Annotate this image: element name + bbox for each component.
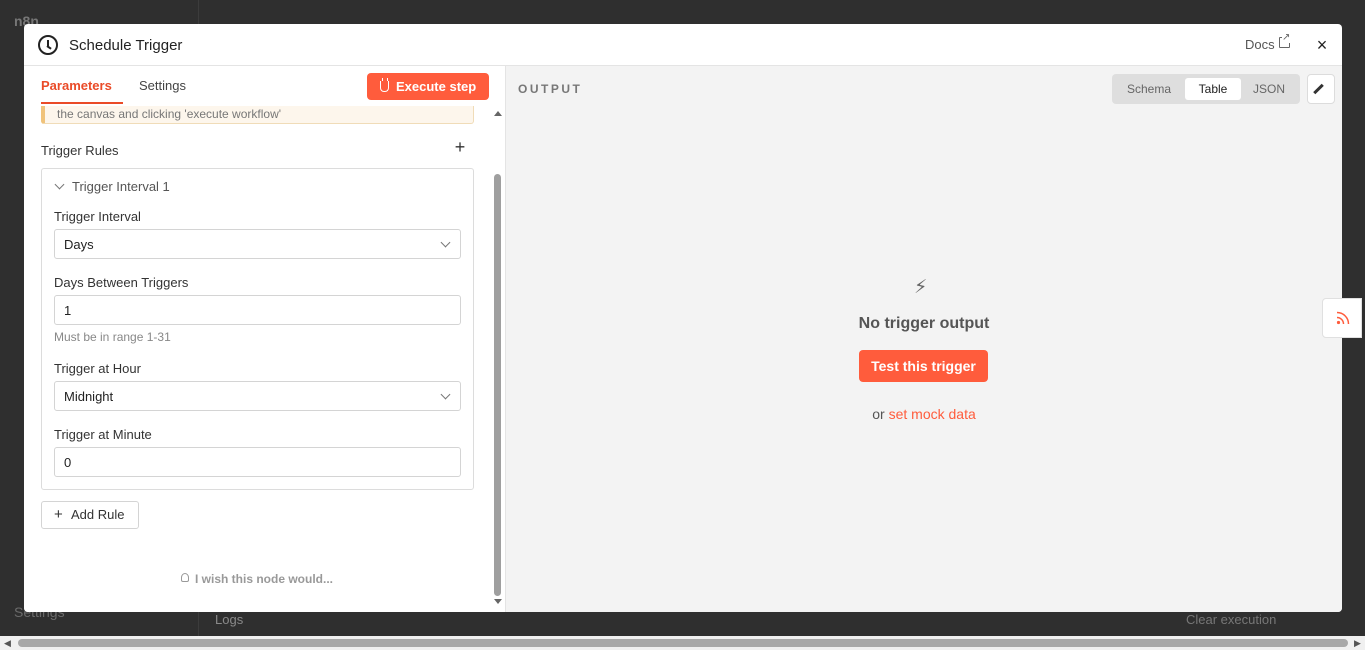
trigger-rule-card: Trigger Interval 1 Trigger Interval Days… (41, 168, 474, 490)
trigger-interval-label: Trigger Interval (54, 209, 141, 224)
view-schema[interactable]: Schema (1116, 78, 1182, 100)
trigger-rules-label: Trigger Rules (41, 143, 119, 158)
close-icon[interactable]: × (1312, 34, 1332, 56)
trigger-hour-value: Midnight (64, 389, 114, 404)
rule-header-label: Trigger Interval 1 (72, 179, 170, 194)
pencil-icon (1313, 83, 1324, 95)
trigger-hour-select[interactable]: Midnight (54, 381, 461, 411)
days-between-input[interactable]: 1 (54, 295, 461, 325)
bulb-icon (181, 573, 189, 582)
node-details-modal: Schedule Trigger Docs × Parameters Setti… (24, 24, 1342, 612)
horizontal-scrollbar[interactable]: ◀ ▶ (0, 636, 1365, 650)
add-rule-label: Add Rule (71, 507, 125, 522)
external-link-icon[interactable] (1279, 32, 1291, 48)
add-rule-button[interactable]: + Add Rule (41, 501, 139, 529)
execute-step-label: Execute step (396, 79, 477, 94)
flask-icon (380, 78, 389, 92)
execute-step-button[interactable]: Execute step (367, 73, 489, 100)
add-trigger-rule-icon[interactable]: + (452, 137, 468, 157)
clear-execution: Clear execution (1186, 612, 1277, 627)
rss-icon (1336, 311, 1350, 325)
clock-icon (38, 35, 58, 55)
edit-output-button[interactable] (1307, 74, 1335, 104)
bolt-icon: ⚡ (914, 277, 928, 298)
info-notice: the canvas and clicking 'execute workflo… (41, 106, 474, 124)
scroll-right-icon[interactable]: ▶ (1354, 638, 1361, 649)
chevron-down-icon (440, 237, 451, 248)
modal-title: Schedule Trigger (69, 37, 183, 54)
trigger-minute-input[interactable]: 0 (54, 447, 461, 477)
scroll-up-icon[interactable] (494, 111, 502, 116)
view-json[interactable]: JSON (1244, 78, 1294, 100)
mock-data-line: or set mock data (506, 406, 1342, 422)
trigger-minute-value: 0 (64, 455, 72, 470)
parameters-scroll-area[interactable]: the canvas and clicking 'execute workflo… (24, 106, 494, 612)
output-panel: OUTPUT Schema Table JSON ⚡ No trigger ou… (506, 66, 1342, 612)
notice-text: the canvas and clicking 'execute workflo… (57, 107, 282, 121)
chevron-down-icon (440, 389, 451, 400)
chevron-down-icon (54, 179, 65, 190)
test-trigger-button[interactable]: Test this trigger (859, 350, 988, 382)
side-feed-tab[interactable] (1322, 298, 1362, 338)
feedback-link[interactable]: I wish this node would... (195, 572, 333, 586)
logs-label: Logs (215, 612, 244, 627)
days-between-label: Days Between Triggers (54, 275, 189, 290)
days-between-value: 1 (64, 303, 72, 318)
vertical-scrollbar[interactable] (494, 106, 504, 612)
plus-icon: + (54, 506, 63, 523)
trigger-interval-value: Days (64, 237, 94, 252)
scroll-left-icon[interactable]: ◀ (4, 638, 11, 649)
scrollbar-thumb[interactable] (18, 639, 1348, 647)
tab-parameters[interactable]: Parameters (41, 78, 112, 93)
output-view-toggle: Schema Table JSON (1112, 74, 1300, 104)
modal-header: Schedule Trigger Docs × (24, 24, 1342, 66)
parameters-panel: Parameters Settings Execute step the can… (24, 66, 506, 612)
scroll-down-icon[interactable] (494, 599, 502, 604)
trigger-hour-label: Trigger at Hour (54, 361, 141, 376)
docs-link[interactable]: Docs (1245, 37, 1275, 52)
tab-settings[interactable]: Settings (139, 78, 186, 93)
output-label: OUTPUT (518, 82, 583, 96)
active-tab-indicator (41, 102, 123, 104)
view-table[interactable]: Table (1185, 78, 1241, 100)
trigger-minute-label: Trigger at Minute (54, 427, 152, 442)
empty-title: No trigger output (858, 315, 990, 332)
panel-tabs: Parameters Settings Execute step (24, 66, 505, 106)
days-range-hint: Must be in range 1-31 (54, 330, 171, 344)
scrollbar-thumb[interactable] (494, 174, 501, 596)
set-mock-data-link[interactable]: set mock data (889, 406, 976, 422)
or-text: or (872, 406, 885, 422)
trigger-interval-select[interactable]: Days (54, 229, 461, 259)
rule-collapse-toggle[interactable]: Trigger Interval 1 (54, 179, 170, 194)
